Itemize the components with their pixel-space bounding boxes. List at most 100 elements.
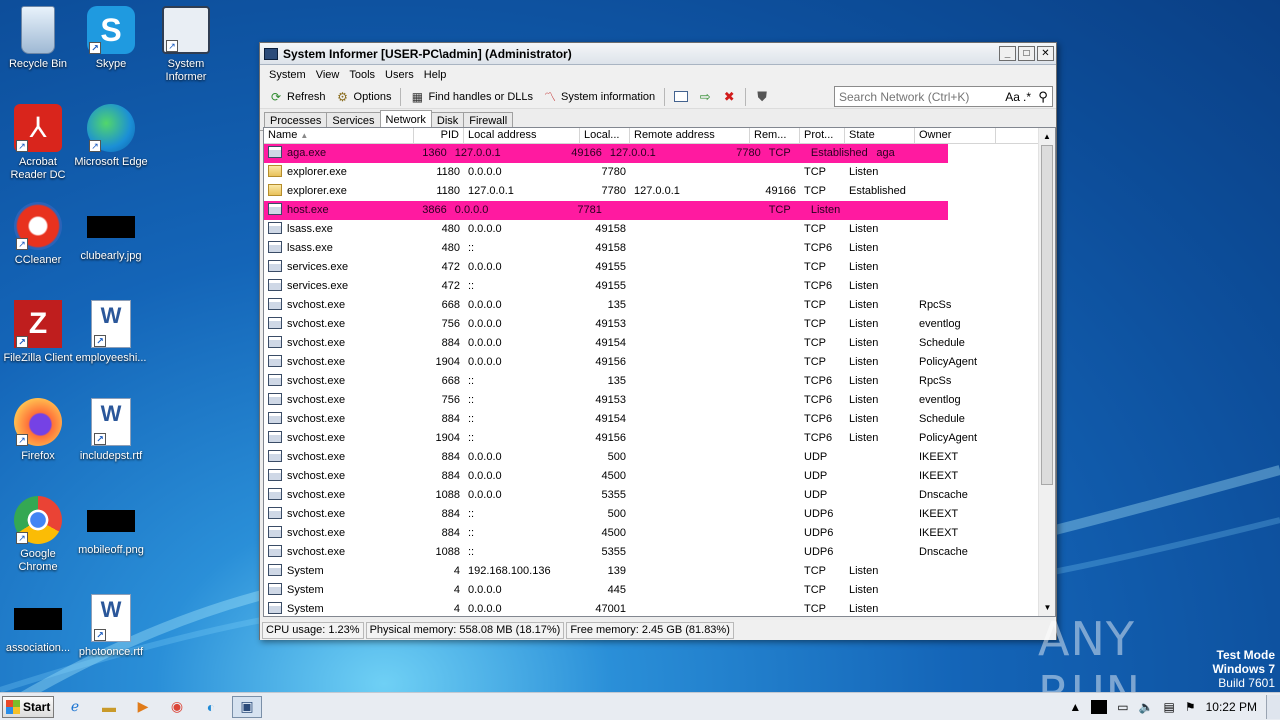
desktop-icon[interactable]: W ↗ employeeshi... [73, 300, 149, 365]
column-remote-address[interactable]: Remote address [630, 128, 750, 144]
options-button[interactable]: ⚙ Options [331, 87, 397, 107]
menu-tools[interactable]: Tools [344, 69, 380, 81]
column-local-address[interactable]: Local address [464, 128, 580, 144]
taskbar-media-player-icon[interactable]: ▶ [130, 696, 156, 718]
scroll-thumb[interactable] [1041, 145, 1053, 485]
table-row[interactable]: svchost.exe 884 0.0.0.0 49154 TCP Listen Sched… [264, 334, 1055, 353]
tray-black-box-icon[interactable] [1091, 699, 1108, 714]
table-row[interactable]: services.exe 472:: 49155 TCP6 Listen [264, 277, 1055, 296]
desktop-icon[interactable]: ↗ Google Chrome [0, 496, 76, 574]
menu-users[interactable]: Users [380, 69, 419, 81]
desktop-icon[interactable]: Z ↗ FileZilla Client [0, 300, 76, 365]
clock[interactable]: 10:22 PM [1206, 700, 1257, 714]
column-state[interactable]: State [845, 128, 915, 144]
table-row[interactable]: svchost.exe 668 0.0.0.0 135 TCP Listen RpcSs [264, 296, 1055, 315]
tray-chevron-icon[interactable]: ▲ [1069, 700, 1081, 714]
refresh-button[interactable]: ⟳ Refresh [264, 87, 331, 107]
taskbar-explorer-icon[interactable]: ▬ [96, 696, 122, 718]
table-row[interactable]: svchost.exe 884:: 500 UDP6 IKEEXT [264, 505, 1055, 524]
desktop-icon[interactable]: W ↗ includepst.rtf [73, 398, 149, 463]
cell-name: svchost.exe [264, 353, 414, 372]
table-row[interactable]: svchost.exe 1088 0.0.0.0 5355 UDP Dnscache [264, 486, 1055, 505]
tray-flag-icon[interactable]: ⚑ [1185, 700, 1196, 714]
table-row[interactable]: svchost.exe 1088:: 5355 UDP6 Dnscache [264, 543, 1055, 562]
table-row[interactable]: svchost.exe 884:: 49154 TCP6 Listen Schedule [264, 410, 1055, 429]
shield-icon[interactable]: ⛊ [753, 88, 771, 106]
table-row[interactable]: host.exe 3866 0.0.0.0 7781 TCP Listen [264, 201, 948, 220]
table-row[interactable]: svchost.exe 668:: 135 TCP6 Listen RpcSs [264, 372, 1055, 391]
desktop-icon[interactable]: ↗ Firefox [0, 398, 76, 463]
terminate-icon[interactable]: ✖ [720, 88, 738, 106]
desktop-icon[interactable]: mobileoff.png [73, 496, 149, 557]
menu-system[interactable]: System [264, 69, 311, 81]
table-row[interactable]: lsass.exe 480 0.0.0.0 49158 TCP Listen [264, 220, 1055, 239]
table-row[interactable]: svchost.exe 884 0.0.0.0 4500 UDP IKEEXT [264, 467, 1055, 486]
process-name: services.exe [287, 261, 349, 273]
vertical-scrollbar[interactable]: ▲ ▼ [1038, 128, 1055, 616]
table-row[interactable]: aga.exe 1360 127.0.0.1 49166 127.0.0.1 7780 TC… [264, 144, 948, 163]
table-row[interactable]: System 4 192.168.100.136 139 TCP Listen [264, 562, 1055, 581]
table-row[interactable]: svchost.exe 756:: 49153 TCP6 Listen eventlog [264, 391, 1055, 410]
desktop-icon[interactable]: clubearly.jpg [73, 202, 149, 263]
table-row[interactable]: svchost.exe 1904:: 49156 TCP6 Listen PolicyAg… [264, 429, 1055, 448]
desktop-icon[interactable]: ⅄ ↗ Acrobat Reader DC [0, 104, 76, 182]
show-desktop-button[interactable] [1266, 694, 1280, 719]
find-handles-button[interactable]: ▦ Find handles or DLLs [405, 87, 538, 107]
desktop-icon[interactable]: ↗ System Informer [148, 6, 224, 84]
taskbar-system-informer-icon[interactable]: ▣ [232, 695, 262, 718]
desktop-icon[interactable]: Recycle Bin [0, 6, 76, 71]
title-bar[interactable]: System Informer [USER-PC\admin] (Adminis… [260, 43, 1056, 65]
tray-volume-icon[interactable]: 🔈 [1139, 700, 1154, 714]
column-owner[interactable]: Owner [915, 128, 996, 144]
maximize-button[interactable]: □ [1018, 46, 1035, 61]
desktop-icon[interactable]: association... [0, 594, 76, 655]
network-list[interactable]: Name ▲ PID Local address Local... Remote… [263, 127, 1056, 617]
process-icon [268, 298, 282, 310]
cell-lp: 49156 [595, 432, 626, 444]
table-row[interactable]: svchost.exe 884:: 4500 UDP6 IKEEXT [264, 524, 1055, 543]
table-row[interactable]: svchost.exe 756 0.0.0.0 49153 TCP Listen event… [264, 315, 1055, 334]
process-name: explorer.exe [287, 185, 347, 197]
menu-help[interactable]: Help [419, 69, 452, 81]
system-information-button[interactable]: 〽 System information [538, 87, 660, 107]
desktop-icon[interactable]: ↗ CCleaner [0, 202, 76, 267]
table-row[interactable]: services.exe 472 0.0.0.0 49155 TCP Listen [264, 258, 1055, 277]
column-remote-port[interactable]: Rem... [750, 128, 800, 144]
minimize-button[interactable]: _ [999, 46, 1016, 61]
process-icon [268, 469, 282, 481]
table-row[interactable]: System 4 0.0.0.0 47001 TCP Listen [264, 600, 1055, 616]
close-button[interactable]: ✕ [1037, 46, 1054, 61]
taskbar-ie-icon[interactable]: ℯ [62, 696, 88, 718]
tray-display-icon[interactable]: ▤ [1164, 700, 1175, 714]
taskbar-edge-icon[interactable]: ◐ [198, 696, 224, 718]
table-row[interactable]: svchost.exe 1904 0.0.0.0 49156 TCP Listen Poli… [264, 353, 1055, 372]
watermark-line-3: Build 7601 [1218, 676, 1275, 690]
column-local-port[interactable]: Local... [580, 128, 630, 144]
tray-network-icon[interactable]: ▭ [1117, 700, 1128, 714]
desktop-icon[interactable]: S ↗ Skype [73, 6, 149, 71]
process-icon [268, 526, 282, 538]
search-box[interactable]: Aa .* ⚲ [834, 86, 1053, 107]
regex-icon[interactable]: .* [1023, 90, 1031, 104]
search-icon[interactable]: ⚲ [1034, 89, 1052, 105]
column-name[interactable]: Name ▲ [264, 128, 414, 144]
table-row[interactable]: svchost.exe 884 0.0.0.0 500 UDP IKEEXT [264, 448, 1055, 467]
start-button[interactable]: Start [2, 695, 54, 718]
table-row[interactable]: explorer.exe 1180 127.0.0.1 7780 127.0.0.1 49… [264, 182, 1055, 201]
taskbar-chrome-icon[interactable]: ◉ [164, 696, 190, 718]
scroll-up-icon[interactable]: ▲ [1039, 128, 1055, 145]
desktop-icon[interactable]: W ↗ photoonce.rtf [73, 594, 149, 659]
desktop-icon[interactable]: ↗ Microsoft Edge [73, 104, 149, 169]
table-row[interactable]: lsass.exe 480:: 49158 TCP6 Listen [264, 239, 1055, 258]
table-row[interactable]: explorer.exe 1180 0.0.0.0 7780 TCP Listen [264, 163, 1055, 182]
search-input[interactable] [839, 89, 1006, 104]
column-pid[interactable]: PID [414, 128, 464, 144]
menu-view[interactable]: View [311, 69, 345, 81]
status-bar: CPU usage: 1.23% Physical memory: 558.08… [260, 620, 1056, 640]
column-protocol[interactable]: Prot... [800, 128, 845, 144]
table-row[interactable]: System 4 0.0.0.0 445 TCP Listen [264, 581, 1055, 600]
match-case-icon[interactable]: Aa [1005, 90, 1020, 104]
cell-lp: 500 [607, 451, 626, 463]
go-to-icon[interactable]: ⇨ [696, 88, 714, 106]
window-icon[interactable] [672, 88, 690, 106]
